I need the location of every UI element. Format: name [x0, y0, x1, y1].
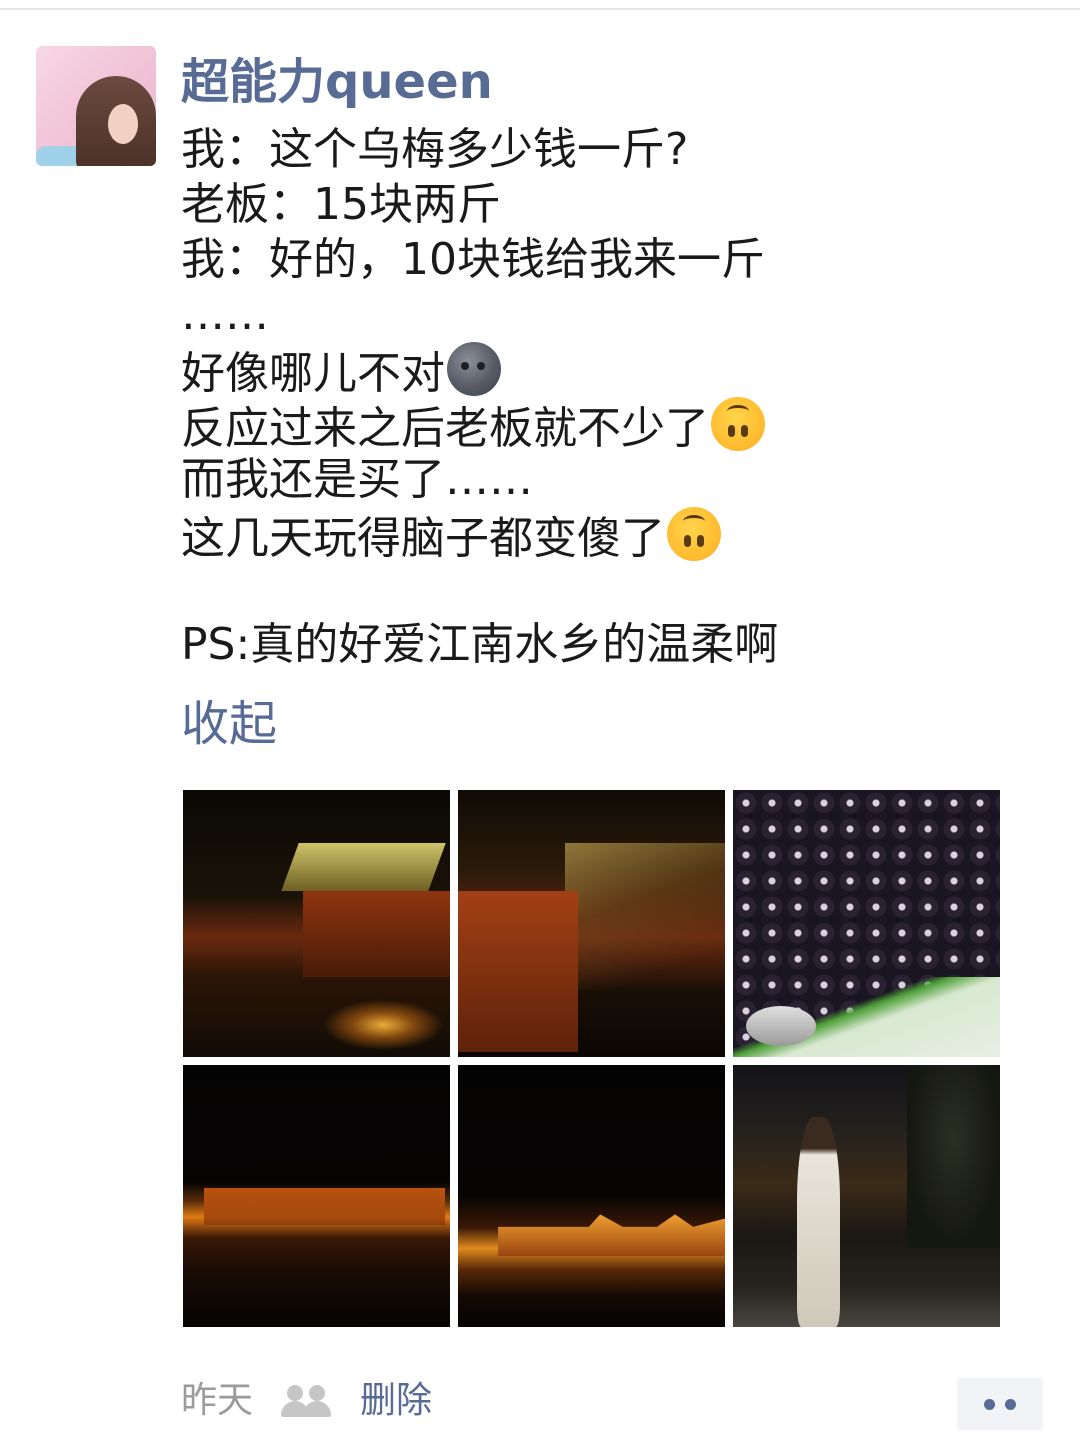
photo-thumbnail-night-bridge[interactable] [183, 790, 450, 1057]
delete-button[interactable]: 删除 [360, 1378, 432, 1424]
top-divider [0, 8, 1080, 10]
username[interactable]: 超能力queen [181, 52, 493, 112]
post-line: 而我还是买了…… [181, 452, 1041, 507]
post-line-text: 这几天玩得脑子都变傻了 [181, 513, 665, 564]
post-line: 我：好的，10块钱给我来一斤 [181, 232, 1041, 287]
photo-thumbnail-lit-wall[interactable] [458, 1065, 725, 1327]
post-line: 老板：15块两斤 [181, 177, 1041, 232]
post-line-text: …… [181, 289, 269, 340]
avatar[interactable] [36, 46, 156, 166]
upside-down-face-icon [711, 397, 765, 451]
post-line-text: 好像哪儿不对 [181, 348, 445, 399]
post-line: PS:真的好爱江南水乡的温柔啊 [181, 617, 1041, 672]
post-line-text: 而我还是买了…… [181, 454, 533, 505]
group-icon[interactable] [281, 1383, 333, 1419]
post-line: …… [181, 287, 1041, 342]
more-dots-icon [984, 1399, 995, 1410]
more-dots-icon [1005, 1399, 1016, 1410]
post-line: 反应过来之后老板就不少了 [181, 397, 1041, 454]
photo-thumbnail-bayberries[interactable] [733, 790, 1000, 1057]
post-line-text: 我：好的，10块钱给我来一斤 [181, 234, 765, 285]
more-options-button[interactable] [957, 1378, 1043, 1430]
post-line-text: 我：这个乌梅多少钱一斤? [181, 124, 689, 175]
upside-down-face-icon [667, 507, 721, 561]
photo-thumbnail-canal-houses[interactable] [458, 790, 725, 1057]
post-text: 我：这个乌梅多少钱一斤? 老板：15块两斤 我：好的，10块钱给我来一斤 …… … [181, 122, 1041, 672]
post-line: 这几天玩得脑子都变傻了 [181, 507, 1041, 564]
photo-thumbnail-lit-waterfront[interactable] [183, 1065, 450, 1327]
collapse-link[interactable]: 收起 [181, 694, 277, 754]
post-line: 好像哪儿不对 [181, 342, 1041, 399]
post-line-text: 老板：15块两斤 [181, 179, 501, 230]
timestamp: 昨天 [181, 1380, 254, 1421]
photo-thumbnail-woman-by-canal[interactable] [733, 1065, 1000, 1327]
post-line: 我：这个乌梅多少钱一斤? [181, 122, 1041, 177]
post-line-text: 反应过来之后老板就不少了 [181, 403, 709, 454]
photo-grid [183, 790, 1001, 1327]
new-moon-face-icon [447, 342, 501, 396]
avatar-face [108, 104, 138, 144]
post-line-blank [181, 562, 1041, 617]
post-line-text: PS:真的好爱江南水乡的温柔啊 [181, 619, 779, 670]
